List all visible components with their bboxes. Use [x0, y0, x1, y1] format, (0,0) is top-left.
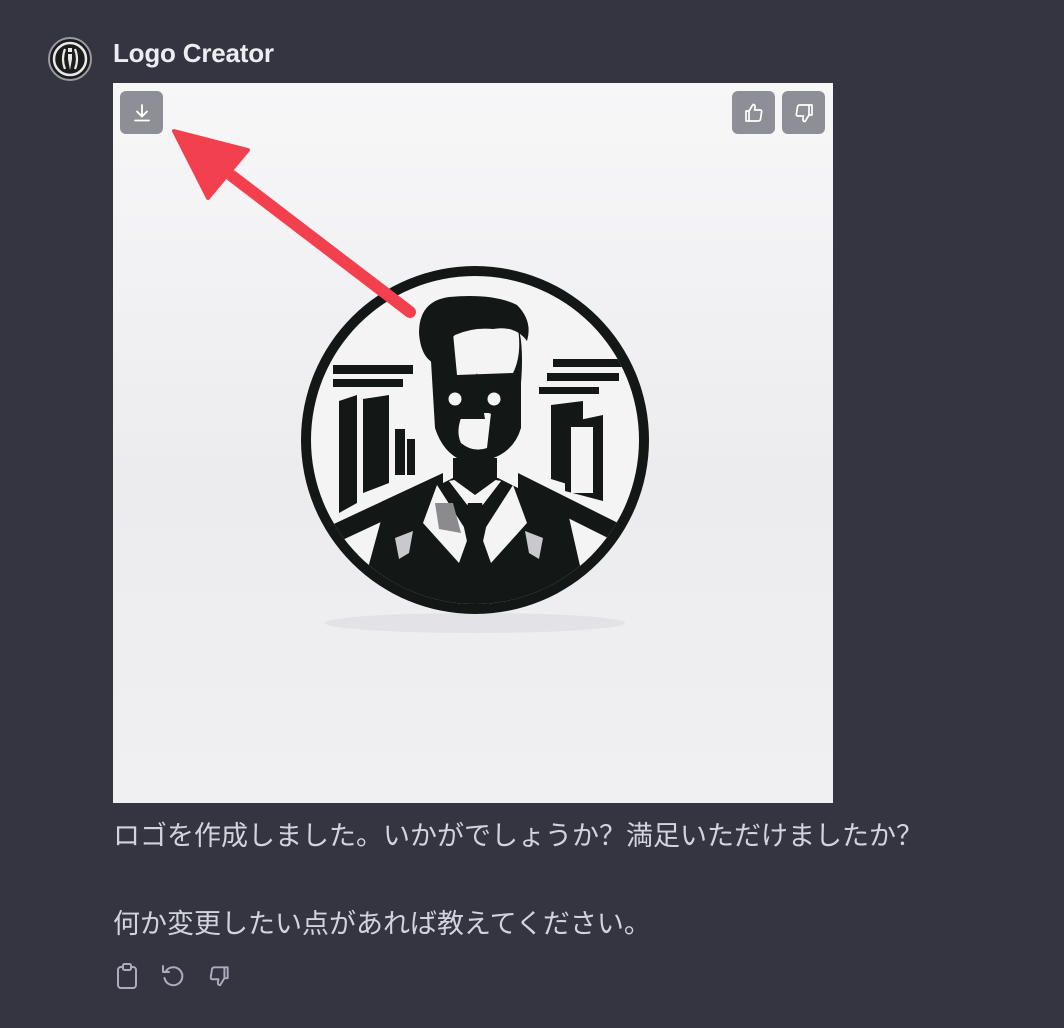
- regenerate-button[interactable]: [159, 960, 187, 992]
- logo-creator-avatar-icon: [48, 37, 92, 81]
- image-dislike-button[interactable]: [782, 91, 825, 134]
- message-paragraph: 何か変更したい点があれば教えてください。: [113, 909, 651, 940]
- message-author: Logo Creator: [113, 38, 274, 68]
- download-button[interactable]: [120, 91, 163, 134]
- message-dislike-button[interactable]: [205, 960, 233, 992]
- image-like-button[interactable]: [732, 91, 775, 134]
- regenerate-icon: [162, 965, 184, 987]
- generated-logo-image: [113, 83, 833, 803]
- thumbs-up-icon: [744, 103, 763, 122]
- message-text: ロゴを作成しました。いかがでしょうか？満足いただけましたか？ 何か変更したい点が…: [113, 815, 1013, 947]
- message-actions: [113, 960, 233, 992]
- copy-button[interactable]: [113, 960, 141, 992]
- download-icon: [133, 103, 150, 121]
- message-paragraph: ロゴを作成しました。いかがでしょうか？満足いただけましたか？: [113, 821, 923, 852]
- thumbs-down-icon: [794, 103, 813, 122]
- logo-illustration: [301, 266, 649, 633]
- clipboard-icon: [117, 963, 137, 989]
- thumbs-down-icon: [209, 966, 229, 987]
